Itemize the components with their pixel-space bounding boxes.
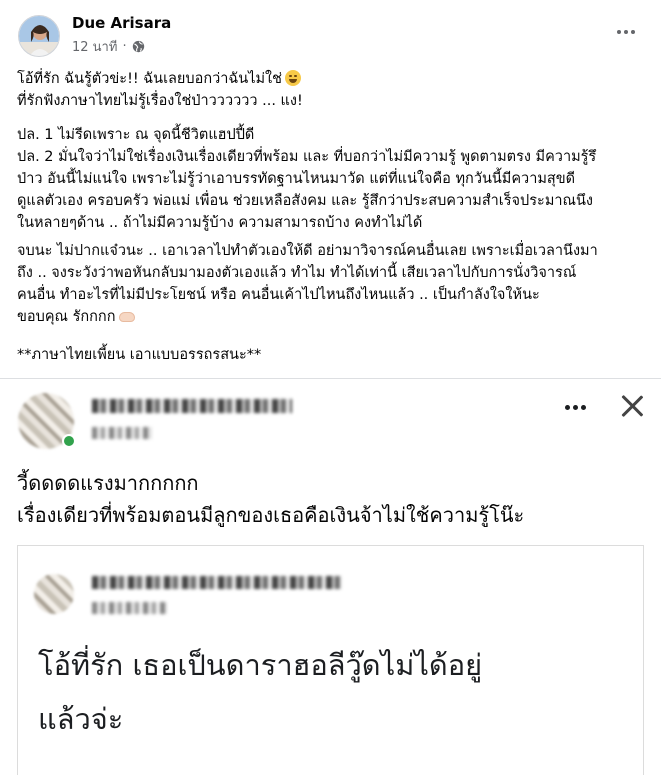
quoted-line: โอ้ที่รัก เธอเป็นดาราฮอลีวู๊ดไม่ได้อยู่ [38, 648, 483, 682]
close-icon [617, 391, 647, 421]
quoted-post-text: โอ้ที่รัก เธอเป็นดาราฮอลีวู๊ดไม่ได้อยู่ … [38, 638, 482, 746]
laughing-emoji-icon [284, 70, 301, 86]
post-caption-end: จบนะ ไม่ปากแจ๋วนะ .. เอาเวลาไปทำตัวเองให… [17, 240, 637, 328]
post-caption: โอ้ที่รัก ฉันรู้ตัวข่ะ!! ฉันเลยบอกว่าฉัน… [17, 68, 637, 112]
caption-line: **ภาษาไทยเพี้ยน เอาแบบอรรถรสนะ** [17, 347, 262, 363]
post-caption-ps: ปล. 1 ไม่รีดเพราะ ณ จุดนี้ชีวิตแฮปปี้ดี … [17, 124, 637, 234]
caption-line: ปล. 1 ไม่รีดเพราะ ณ จุดนี้ชีวิตแฮปปี้ดี [17, 127, 255, 143]
quoted-line: แล้วจ่ะ [38, 702, 124, 736]
caption-line: ดูแลตัวเอง ครอบครัว พ่อแม่ เพื่อน ช่วยเห… [17, 193, 593, 209]
caption-line: ปล. 2 มั่นใจว่าไม่ใช่เรื่องเงินเรื่องเดี… [17, 149, 597, 165]
caption-line: ถึง .. จงระวังว่าพอหันกลับมามองตัวเองแล้… [17, 265, 577, 281]
comment-line: วี้ดดดดแรงมากกกกก [17, 471, 199, 495]
blurred-time [92, 602, 167, 614]
author-avatar[interactable] [18, 15, 60, 57]
heart-hands-icon [118, 312, 135, 322]
blurred-time [92, 427, 152, 439]
caption-line: โอ้ที่รัก ฉันรู้ตัวข่ะ!! ฉันเลยบอกว่าฉัน… [17, 68, 637, 90]
screenshot-comment: วี้ดดดดแรงมากกกกก เรื่องเดียวที่พร้อมตอน… [17, 467, 524, 531]
post-time[interactable]: 12 นาที [72, 36, 117, 57]
blurred-avatar [34, 574, 74, 614]
attached-screenshot[interactable]: วี้ดดดดแรงมากกกกก เรื่องเดียวที่พร้อมตอน… [0, 378, 661, 778]
blurred-name [92, 576, 342, 589]
comment-line: เรื่องเดียวที่พร้อมตอนมีลูกของเธอคือเงิน… [17, 503, 525, 527]
caption-line: ในหลายๆด้าน .. ถ้าไม่มีความรู้บ้าง ความส… [17, 215, 423, 231]
author-name[interactable]: Due Arisara [72, 14, 171, 32]
more-options-button[interactable] [612, 22, 640, 42]
online-status-icon [62, 434, 76, 448]
more-options-icon [560, 397, 590, 417]
facebook-post: Due Arisara 12 นาที · โอ้ที่รัก ฉันรู้ตั… [0, 0, 661, 778]
post-meta: 12 นาที · [72, 36, 145, 57]
post-caption-note: **ภาษาไทยเพี้ยน เอาแบบอรรถรสนะ** [17, 344, 637, 366]
caption-line: จบนะ ไม่ปากแจ๋วนะ .. เอาเวลาไปทำตัวเองให… [17, 243, 598, 259]
quoted-post-card: โอ้ที่รัก เธอเป็นดาราฮอลีวู๊ดไม่ได้อยู่ … [17, 545, 644, 775]
blurred-name [92, 399, 292, 413]
avatar-photo [19, 16, 59, 56]
globe-icon[interactable] [132, 40, 145, 53]
caption-line: ป่าว อันนี้ไม่แน่ใจ เพราะไม่รู้ว่าเอาบรร… [17, 171, 576, 187]
caption-line: ที่รักฟังภาษาไทยไม่รู้เรื่องใช่ป่าวววววว… [17, 93, 303, 109]
caption-line: คนอื่น ทำอะไรที่ไม่มีประโยชน์ หรือ คนอื่… [17, 287, 540, 303]
caption-line: ขอบคุณ รักกกก [17, 306, 637, 328]
